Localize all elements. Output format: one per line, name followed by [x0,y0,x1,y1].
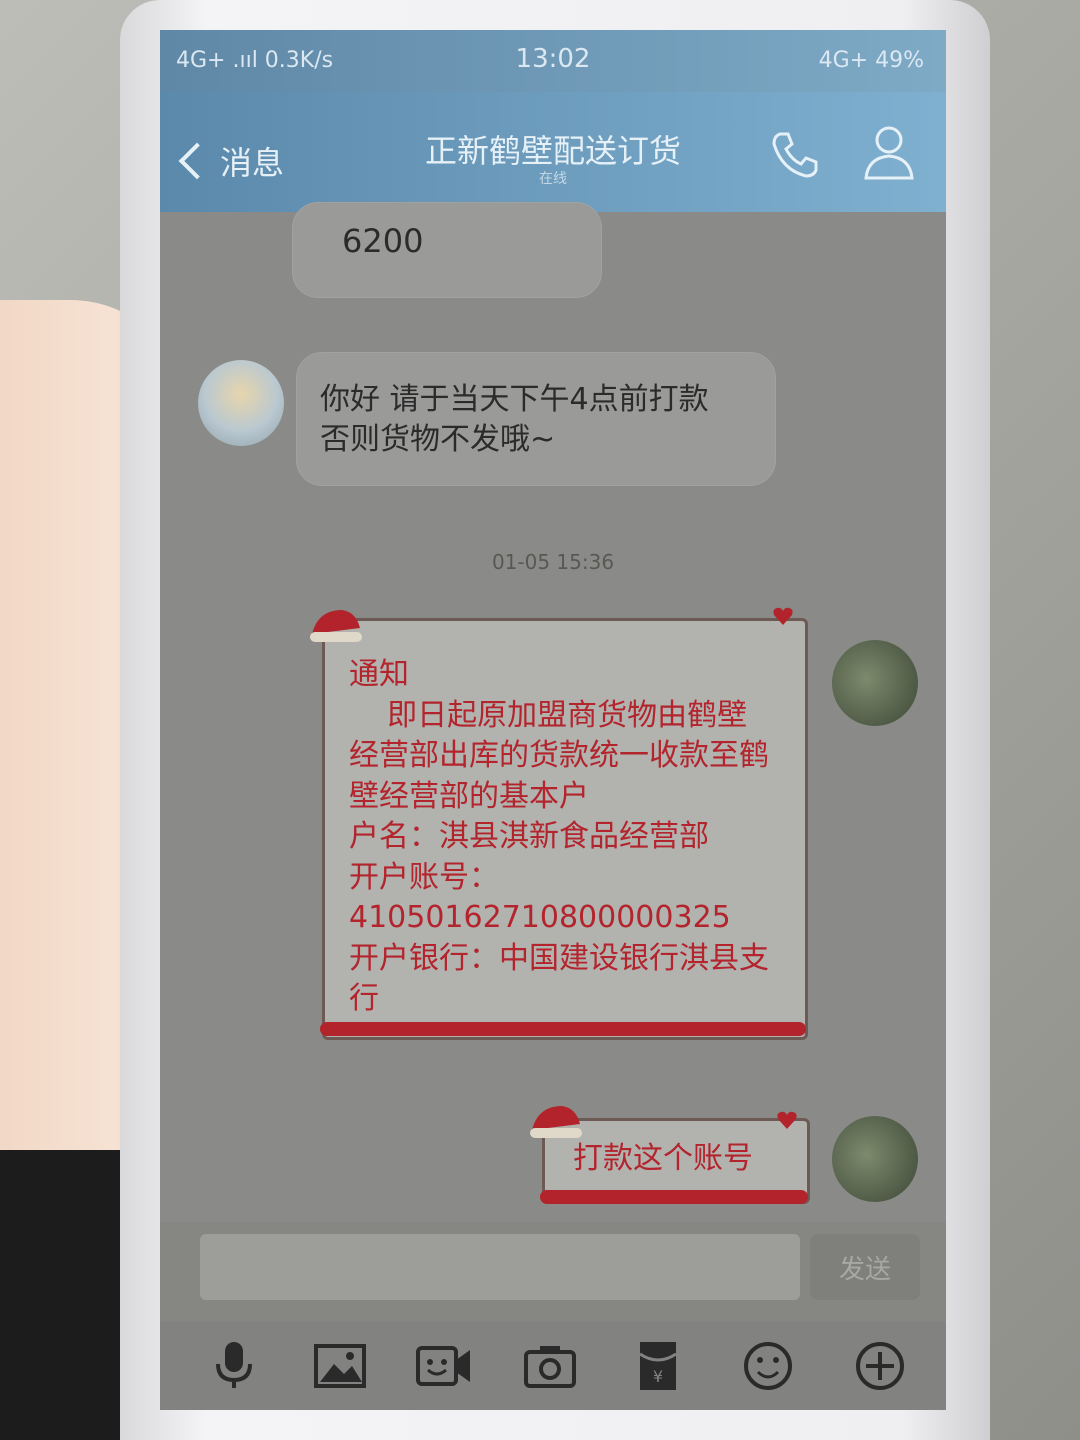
message-bubble-amount[interactable]: 6200 [292,202,602,298]
chat-toolbar: ¥ [160,1322,946,1410]
short-card-scroll-decoration [540,1190,808,1204]
payment-notice-text: 你好 请于当天下午4点前打款 否则货物不发哦~ [320,382,709,457]
card-scroll-decoration [320,1022,806,1036]
chat-area[interactable]: 6200 你好 请于当天下午4点前打款 否则货物不发哦~ 01-05 15:36… [160,202,946,1222]
status-bar: 4G+ .ııl 0.3K/s 13:02 4G+ 49% [160,30,946,92]
chat-title: 正新鹤壁配送订货 [424,132,681,170]
image-icon[interactable] [312,1338,368,1394]
svg-text:¥: ¥ [653,1367,663,1386]
phone-screen: 4G+ .ııl 0.3K/s 13:02 4G+ 49% 消息 正新鹤壁配送订… [160,30,946,1410]
message-input[interactable] [200,1234,800,1300]
plus-icon[interactable] [852,1338,908,1394]
notice-card[interactable]: 通知 即日起原加盟商货物由鹤壁经营部出库的货款统一收款至鹤壁经营部的基本户 户名… [322,618,808,1040]
message-bubble-notice[interactable]: 你好 请于当天下午4点前打款 否则货物不发哦~ [296,352,776,486]
emoji-icon[interactable] [740,1338,796,1394]
nav-bar: 消息 正新鹤壁配送订货 在线 [160,92,946,212]
user-avatar-2[interactable] [832,1116,918,1202]
profile-icon[interactable] [862,122,916,182]
heart-icon-2 [777,1111,797,1129]
video-icon[interactable] [416,1338,472,1394]
santa-hat-icon-2 [530,1106,582,1138]
input-row: 发送 [160,1222,946,1322]
red-packet-icon[interactable]: ¥ [630,1338,686,1394]
message-timestamp: 01-05 15:36 [491,550,615,574]
chat-subtitle: 在线 [539,171,567,187]
user-avatar[interactable] [832,640,918,726]
microphone-icon[interactable] [206,1338,262,1394]
notice-card-text: 通知 即日起原加盟商货物由鹤壁经营部出库的货款统一收款至鹤壁经营部的基本户 户名… [349,657,769,1016]
santa-hat-icon [310,610,362,642]
amount-text: 6200 [342,222,424,260]
heart-icon [773,607,793,625]
short-card-text: 打款这个账号 [573,1141,753,1176]
battery-indicator: 4G+ 49% [818,48,924,73]
contact-avatar[interactable] [198,360,284,446]
phone-call-icon[interactable] [768,128,822,182]
camera-icon[interactable] [522,1338,578,1394]
send-button[interactable]: 发送 [810,1234,920,1300]
